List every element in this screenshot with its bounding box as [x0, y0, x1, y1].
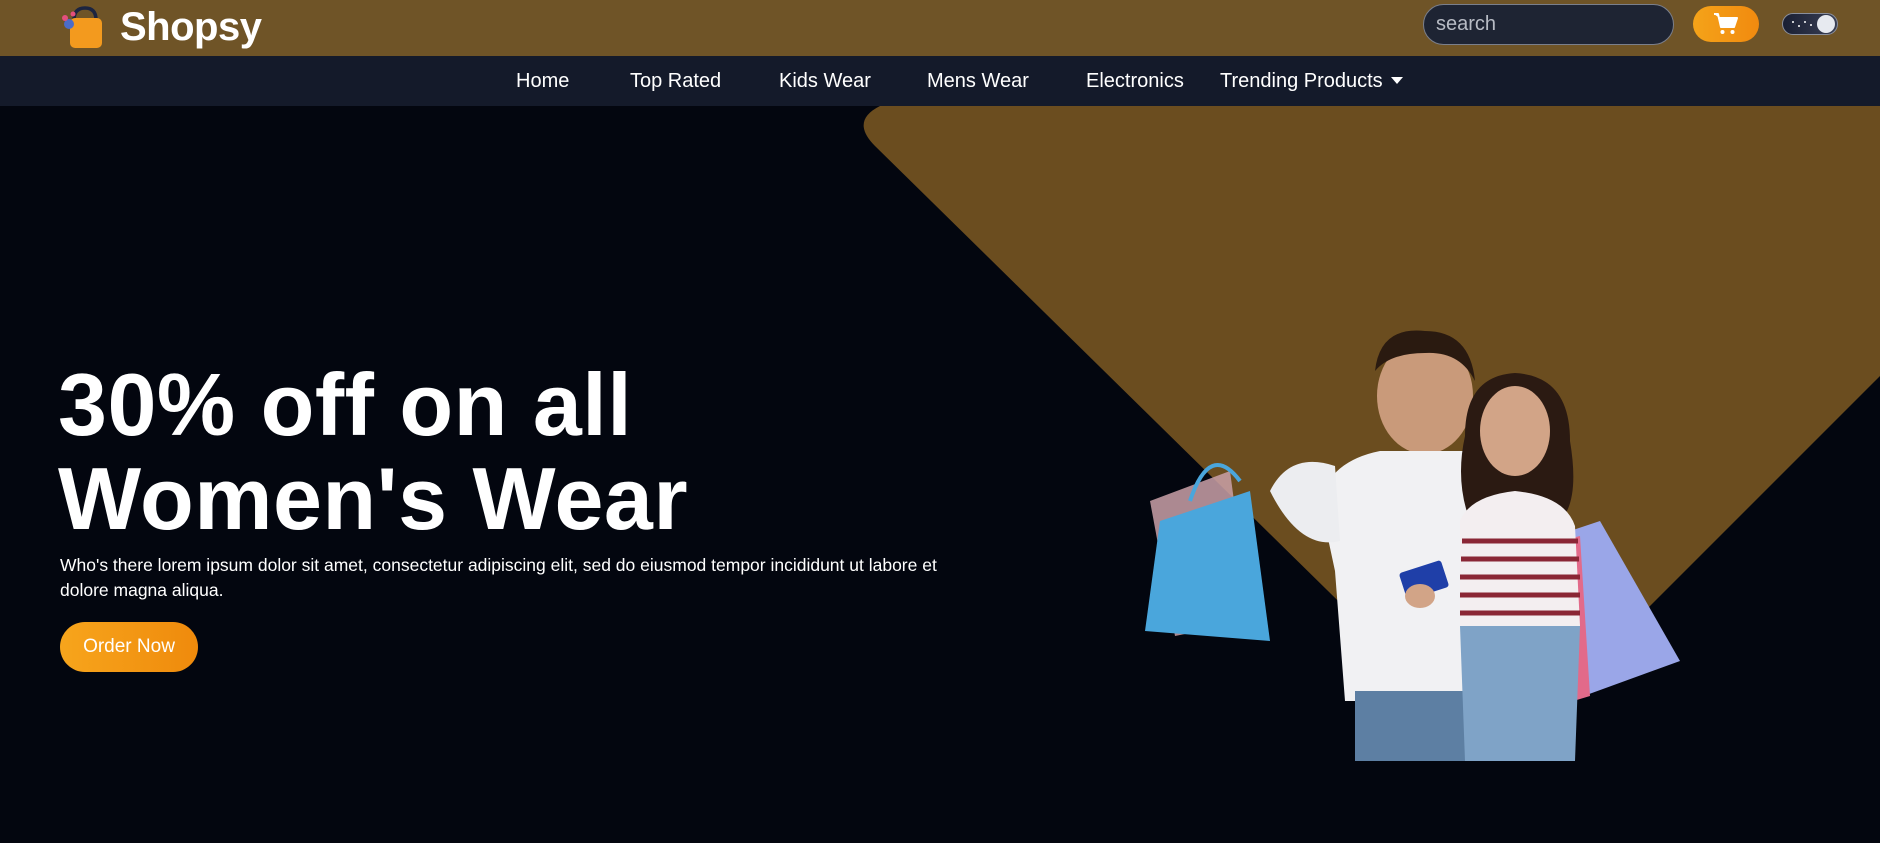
nav-item-label: Kids Wear [779, 69, 871, 92]
stars-icon [1792, 21, 1812, 27]
hero-title-line2: Women's Wear [58, 449, 689, 548]
hero-title-line1: 30% off on all [58, 355, 633, 454]
nav-item-label: Mens Wear [927, 69, 1029, 92]
nav-item-trending-products[interactable]: Trending Products [1220, 56, 1403, 106]
nav-item-label: Electronics [1086, 69, 1184, 92]
cart-icon [1714, 13, 1738, 34]
shopping-bag-icon [62, 6, 102, 48]
top-header: Shopsy [0, 0, 1880, 56]
theme-toggle[interactable] [1782, 13, 1838, 35]
search-input[interactable] [1436, 13, 1701, 36]
brand-name: Shopsy [120, 4, 262, 49]
hero-description: Who's there lorem ipsum dolor sit amet, … [60, 555, 937, 600]
order-now-button[interactable]: Order Now [60, 622, 198, 672]
nav-item-kids-wear[interactable]: Kids Wear [779, 56, 871, 106]
caret-down-icon [1390, 77, 1403, 84]
main-nav: Home Top Rated Kids Wear Mens Wear Elect… [0, 56, 1880, 106]
brand[interactable]: Shopsy [60, 2, 262, 52]
shopping-couple-image [1145, 330, 1680, 761]
nav-item-mens-wear[interactable]: Mens Wear [927, 56, 1029, 106]
search-box[interactable] [1423, 4, 1701, 45]
nav-item-home[interactable]: Home [516, 56, 569, 106]
nav-item-top-rated[interactable]: Top Rated [630, 56, 721, 106]
cart-button[interactable] [1693, 6, 1759, 42]
nav-item-label: Home [516, 69, 570, 92]
nav-item-electronics[interactable]: Electronics [1086, 56, 1184, 106]
moon-toggle-icon [1817, 15, 1835, 33]
nav-item-label: Trending Products [1220, 69, 1383, 92]
hero-title: 30% off on all Women's Wear [58, 358, 958, 546]
hero-banner: 30% off on all Women's Wear Who's there … [0, 106, 1880, 843]
nav-item-label: Top Rated [630, 69, 722, 92]
